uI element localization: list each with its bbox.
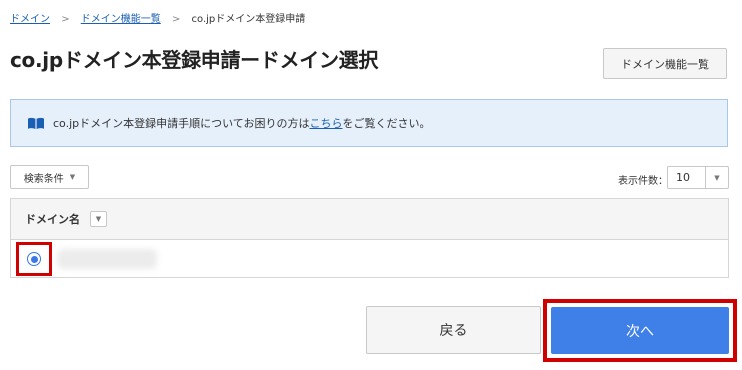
breadcrumb-link-domain-functions[interactable]: ドメイン機能一覧 [81,14,161,25]
domain-functions-button[interactable]: ドメイン機能一覧 [603,48,727,79]
domain-radio-button[interactable] [27,252,41,266]
caret-down-icon: ▼ [705,167,728,188]
domain-table: ドメイン名 ▼ [10,198,729,278]
breadcrumb-link-domain[interactable]: ドメイン [10,14,50,25]
per-page-select[interactable]: 10 ▼ [667,166,729,189]
breadcrumb: ドメイン > ドメイン機能一覧 > co.jpドメイン本登録申請 [10,10,305,25]
page-title: co.jpドメイン本登録申請ードメイン選択 [10,48,379,72]
redacted-domain-name [57,249,157,269]
per-page-label: 表示件数： [618,176,668,187]
help-link[interactable]: こちら [309,115,342,131]
info-text-after: をご覧ください。 [342,117,431,130]
back-button[interactable]: 戻る [366,306,541,354]
caret-down-icon: ▼ [69,173,76,181]
column-header-domain-name: ドメイン名 [25,213,80,226]
breadcrumb-separator: > [61,14,70,25]
breadcrumb-current: co.jpドメイン本登録申請 [191,14,306,25]
info-banner: co.jpドメイン本登録申請手順についてお困りの方は こちら をご覧ください。 [10,99,728,147]
sort-button[interactable]: ▼ [90,211,107,227]
table-header: ドメイン名 ▼ [11,199,728,240]
caret-down-icon: ▼ [95,215,102,223]
search-conditions-label: 検索条件 [23,173,64,185]
per-page-value: 10 [676,171,690,184]
breadcrumb-separator: > [171,14,181,25]
next-button[interactable]: 次へ [551,307,729,354]
table-row[interactable] [11,240,728,278]
radio-selected-dot [30,255,38,263]
info-text-before: co.jpドメイン本登録申請手順についてお困りの方は [53,117,310,130]
book-icon [27,117,45,130]
highlight-frame [16,242,52,276]
search-conditions-button[interactable]: 検索条件 ▼ [10,165,89,189]
